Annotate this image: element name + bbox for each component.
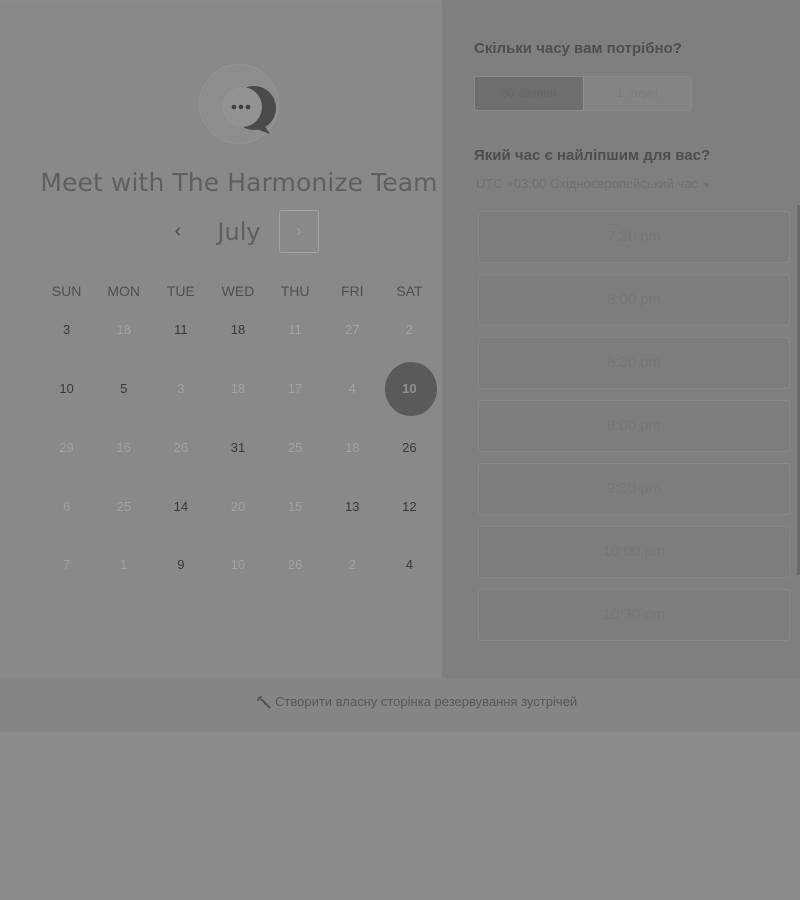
duration-question: Скільки часу вам потрібно?	[474, 40, 682, 57]
calendar-week-row: 6 25 14 20 15 13 12	[38, 481, 438, 533]
chat-bubble-icon	[222, 86, 276, 134]
time-slot-button[interactable]: 10:30 pm	[478, 589, 790, 641]
calendar-day: 15	[287, 499, 303, 514]
magic-wand-icon	[257, 695, 271, 709]
calendar-day[interactable]: 4	[381, 539, 438, 591]
calendar-day: 3	[177, 381, 185, 396]
prev-month-button[interactable]: ‹	[166, 220, 190, 244]
calendar-day: 26	[173, 440, 189, 455]
calendar-day[interactable]: 13	[324, 481, 381, 533]
calendar-day: 17	[287, 381, 303, 396]
calendar-day: 16	[116, 440, 131, 455]
calendar-day[interactable]: 31	[209, 422, 266, 474]
calendar-day: 2	[348, 557, 356, 572]
calendar-day: 27	[345, 322, 360, 337]
weekday-label: TUE	[166, 283, 195, 299]
footer-link-label: Створити власну сторінка резервування зу…	[275, 694, 578, 709]
weekday-header: SUN MON TUE WED THU FRI SAT	[38, 283, 438, 299]
time-slot-button[interactable]: 9:30 pm	[478, 463, 790, 515]
calendar-week-row: 7 1 9 10 26 2 4	[38, 539, 438, 591]
weekday-label: WED	[221, 283, 255, 299]
timezone-dropdown[interactable]: UTC +03:00 Східноєвропейський час ▼	[476, 176, 711, 191]
time-slot-button[interactable]: 8:30 pm	[478, 337, 790, 389]
time-slot-button[interactable]: 8:00 pm	[478, 274, 790, 326]
calendar-day: 4	[348, 381, 356, 396]
time-slot-button[interactable]: 10:00 pm	[478, 526, 790, 578]
chevron-down-icon: ▼	[701, 180, 711, 190]
calendar-day[interactable]: 3	[38, 304, 95, 356]
duration-toggle: 30 хвилин 1 годин	[474, 76, 692, 111]
calendar-day: 25	[287, 440, 303, 455]
calendar-day[interactable]: 11	[152, 304, 209, 356]
calendar-day: 26	[287, 557, 303, 572]
calendar-day: 18	[230, 381, 246, 396]
calendar-week-row: 3 18 11 18 11 27 2	[38, 304, 438, 356]
next-month-button[interactable]: ›	[279, 210, 319, 253]
time-slot-button[interactable]: 9:00 pm	[478, 400, 790, 452]
weekday-label: THU	[280, 283, 310, 299]
time-slot-list: 7:30 pm 8:00 pm 8:30 pm 9:00 pm 9:30 pm …	[478, 211, 790, 646]
time-question: Який час є найліпшим для вас?	[474, 147, 711, 164]
timezone-label: UTC +03:00 Східноєвропейський час	[476, 176, 698, 191]
weekday-label: SAT	[396, 283, 423, 299]
calendar-day[interactable]: 26	[381, 422, 438, 474]
calendar-day: 29	[59, 440, 74, 455]
duration-30-min-button[interactable]: 30 хвилин	[475, 77, 583, 110]
time-slot-button[interactable]: 7:30 pm	[478, 211, 790, 263]
weekday-label: MON	[107, 283, 141, 299]
calendar-day: 10	[230, 557, 246, 572]
calendar-day[interactable]: 12	[381, 481, 438, 533]
calendar-week-row: 29 16 26 31 25 18 26	[38, 422, 438, 474]
calendar-day: 2	[405, 322, 414, 337]
calendar-day: 25	[116, 499, 131, 514]
calendar-day[interactable]: 18	[209, 304, 266, 356]
calendar-day: 18	[345, 440, 360, 455]
calendar-day: 11	[288, 322, 302, 337]
selected-day[interactable]: 10	[381, 363, 438, 415]
create-booking-page-link[interactable]: Створити власну сторінка резервування зу…	[256, 694, 577, 709]
calendar-day: 7	[62, 557, 71, 572]
page-title: Meet with The Harmonize Team	[40, 168, 438, 197]
calendar-day[interactable]: 14	[152, 481, 209, 533]
weekday-label: FRI	[340, 283, 364, 299]
calendar-day: 18	[116, 322, 131, 337]
calendar-day[interactable]: 5	[95, 363, 152, 415]
month-label: July	[217, 218, 261, 246]
calendar-week-row: 10 5 3 18 17 4 10	[38, 363, 438, 415]
calendar-day: 6	[62, 499, 71, 514]
duration-1-hour-button[interactable]: 1 годин	[582, 77, 691, 110]
calendar-day[interactable]: 10	[38, 363, 95, 415]
weekday-label: SUN	[51, 283, 82, 299]
calendar-day: 1	[120, 557, 128, 572]
calendar-day: 20	[230, 499, 246, 514]
calendar-day[interactable]: 9	[152, 539, 209, 591]
